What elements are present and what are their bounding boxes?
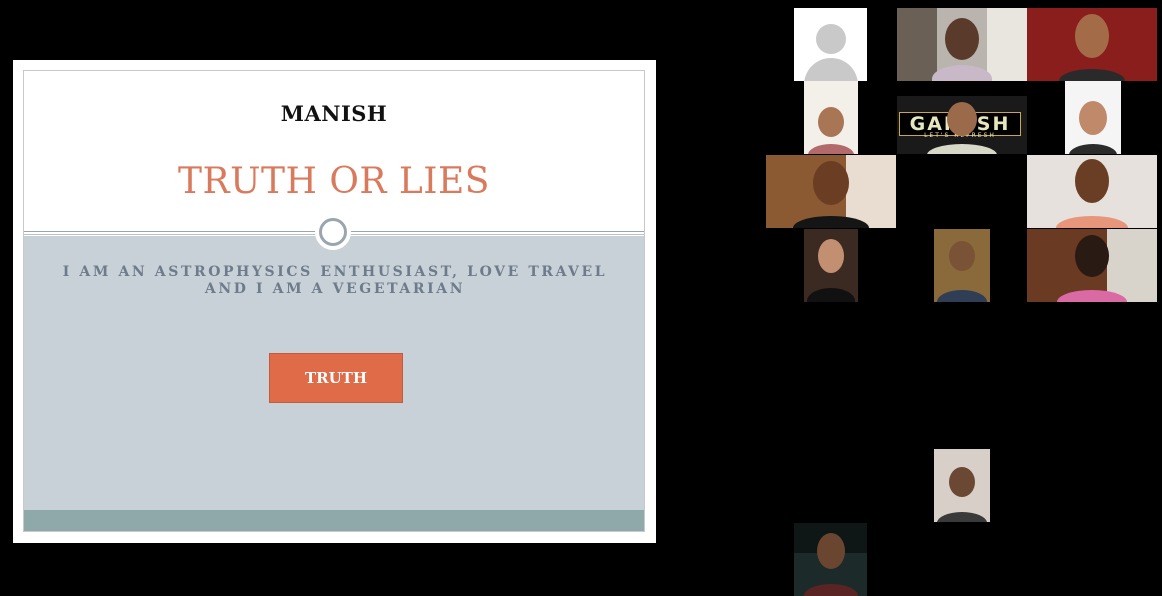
avatar-body-shape	[804, 58, 858, 81]
participant-video-tile[interactable]	[1027, 8, 1157, 81]
presenter-name: MANISH	[280, 101, 388, 126]
participant-video-tile[interactable]	[1027, 229, 1157, 302]
circle-ornament-icon	[315, 214, 351, 250]
shared-screen-slide: MANISH TRUTH OR LIES I AM AN ASTROPHYSIC…	[13, 60, 656, 543]
avatar-placeholder-icon	[816, 24, 846, 54]
truth-button[interactable]: TRUTH	[269, 353, 403, 403]
participant-video-tile[interactable]	[804, 229, 858, 302]
slide-statement: I AM AN ASTROPHYSICS ENTHUSIAST, LOVE TR…	[62, 264, 608, 297]
participant-video-tile[interactable]	[897, 8, 1027, 81]
slide-canvas: MANISH TRUTH OR LIES I AM AN ASTROPHYSIC…	[23, 70, 645, 532]
participant-video-tile[interactable]	[1027, 155, 1157, 228]
participant-video-placeholder[interactable]	[794, 8, 867, 81]
slide-header-area: MANISH TRUTH OR LIES	[24, 71, 644, 236]
participant-video-tile[interactable]: GANESH LET'S REFRESH	[897, 96, 1027, 154]
participant-video-tile[interactable]	[1065, 81, 1121, 154]
participant-video-tile[interactable]	[766, 155, 896, 228]
participant-video-tile[interactable]	[934, 229, 990, 302]
participant-video-tile[interactable]	[794, 523, 867, 596]
slide-footer-band	[24, 510, 644, 531]
participant-video-tile[interactable]	[804, 81, 858, 154]
participant-video-tile[interactable]	[934, 449, 990, 522]
slide-title: TRUTH OR LIES	[178, 161, 490, 202]
